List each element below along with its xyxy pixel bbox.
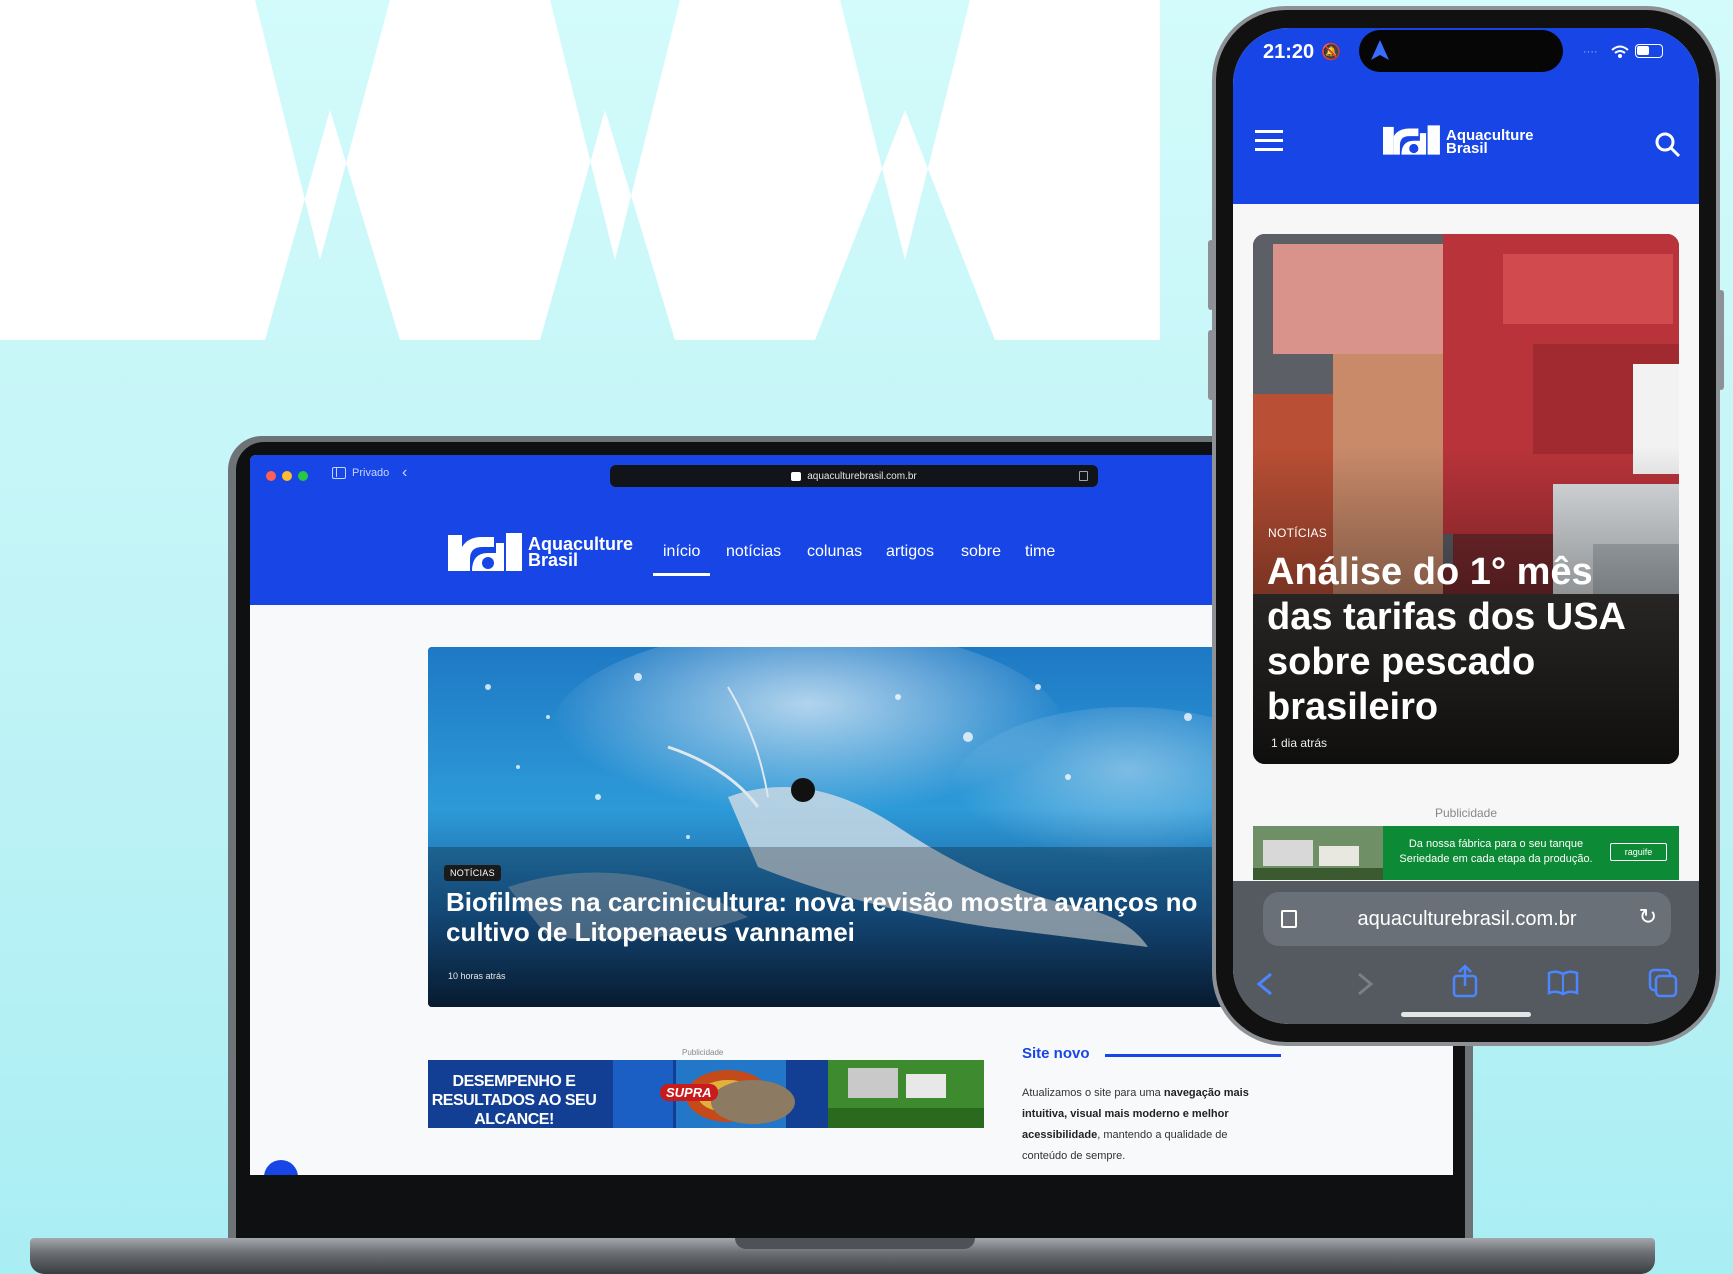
reload-icon[interactable]: ↻ (1639, 904, 1657, 930)
hero-title[interactable]: Biofilmes na carcinicultura: nova revisã… (446, 887, 1226, 947)
mobile-logo-mark[interactable] (1383, 124, 1443, 156)
mobile-ad-line-1: Da nossa fábrica para o seu tanque (1408, 838, 1584, 850)
nav-artigos[interactable]: artigos (886, 543, 934, 561)
card-title[interactable]: Análise do 1° mês das tarifas dos USA so… (1267, 550, 1662, 730)
status-time: 21:20 (1263, 41, 1315, 63)
close-window-button[interactable] (266, 471, 276, 481)
minimize-window-button[interactable] (282, 471, 292, 481)
location-icon (1371, 40, 1389, 60)
nav-inicio[interactable]: início (653, 543, 711, 576)
mobile-logo-text[interactable]: Aquaculture Brasil (1446, 128, 1534, 156)
wifi-icon (1611, 45, 1629, 58)
site-novo-text-1: Atualizamos o site para uma (1022, 1087, 1164, 1099)
phone-screen: 21:20 🔕 ···· Aquaculture Brasil NOTÍCIAS… (1233, 28, 1699, 1024)
zoom-window-button[interactable] (298, 471, 308, 481)
search-icon[interactable] (1655, 132, 1681, 158)
site-novo-divider (1105, 1054, 1281, 1057)
mobile-ad-line-2: Seriedade em cada etapa da produção. (1399, 853, 1593, 865)
mobile-ad-image (1253, 826, 1383, 880)
site-favicon (791, 471, 802, 481)
mobile-address-bar[interactable]: aquaculturebrasil.com.br ↻ (1263, 892, 1671, 946)
ad-label: Publicidade (682, 1048, 724, 1057)
back-icon[interactable] (1253, 970, 1277, 998)
reader-icon[interactable] (1281, 910, 1297, 928)
phone-volume-up (1208, 240, 1214, 310)
mobile-ad-banner[interactable]: Da nossa fábrica para o seu tanque Serie… (1253, 826, 1679, 880)
laptop-notch (735, 1238, 975, 1249)
nav-noticias[interactable]: notícias (726, 543, 781, 561)
bell-off-icon: 🔕 (1321, 44, 1341, 61)
nav-time[interactable]: time (1025, 543, 1055, 561)
logo-line-2: Brasil (528, 550, 579, 570)
hero-timestamp: 10 horas atrás (448, 971, 506, 981)
site-logo-text[interactable]: Aquaculture Brasil (528, 535, 633, 570)
hero-category-badge[interactable]: NOTÍCIAS (444, 865, 501, 881)
address-bar-url: aquaculturebrasil.com.br (807, 470, 917, 482)
site-logo-mark[interactable] (448, 533, 526, 571)
nav-colunas[interactable]: colunas (807, 543, 862, 561)
share-icon[interactable] (1451, 964, 1479, 998)
phone-power-button (1718, 290, 1724, 390)
signal-dots: ···· (1583, 46, 1598, 58)
reader-icon[interactable] (1079, 471, 1088, 481)
tabs-icon[interactable] (1648, 968, 1678, 998)
home-indicator (1401, 1012, 1531, 1017)
accessibility-icon[interactable] (264, 1160, 298, 1175)
featured-article-card[interactable]: NOTÍCIAS Análise do 1° mês das tarifas d… (1253, 234, 1679, 764)
forward-icon[interactable] (1353, 970, 1377, 998)
ad-brand: SUPRA (660, 1084, 718, 1101)
site-novo-text: Atualizamos o site para uma navegação ma… (1022, 1083, 1272, 1167)
nav-sobre[interactable]: sobre (961, 543, 1001, 561)
private-sidebar-button[interactable]: Privado (332, 467, 389, 479)
private-label: Privado (352, 467, 390, 479)
ad-headline: DESEMPENHO E RESULTADOS AO SEU ALCANCE! (431, 1073, 597, 1128)
battery-icon (1635, 44, 1663, 58)
mobile-ad-brand-label: raguife (1624, 847, 1653, 857)
bookmarks-icon[interactable] (1547, 970, 1579, 996)
menu-icon[interactable] (1255, 130, 1283, 151)
card-timestamp: 1 dia atrás (1271, 736, 1328, 750)
mobile-ad-brand: raguife (1610, 843, 1667, 861)
sidebar-icon (332, 467, 346, 479)
ad-banner[interactable]: DESEMPENHO E RESULTADOS AO SEU ALCANCE! … (428, 1060, 984, 1128)
address-bar[interactable]: aquaculturebrasil.com.br (610, 465, 1098, 487)
back-icon[interactable]: ‹ (402, 464, 407, 482)
mobile-address-url: aquaculturebrasil.com.br (1357, 907, 1577, 930)
card-category-badge[interactable]: NOTÍCIAS (1268, 526, 1327, 540)
dynamic-island (1359, 30, 1563, 72)
site-novo-title: Site novo (1022, 1045, 1090, 1062)
mobile-ad-text: Da nossa fábrica para o seu tanque Serie… (1381, 837, 1611, 867)
phone-volume-down (1208, 330, 1214, 400)
mobile-ad-label: Publicidade (1434, 806, 1498, 820)
